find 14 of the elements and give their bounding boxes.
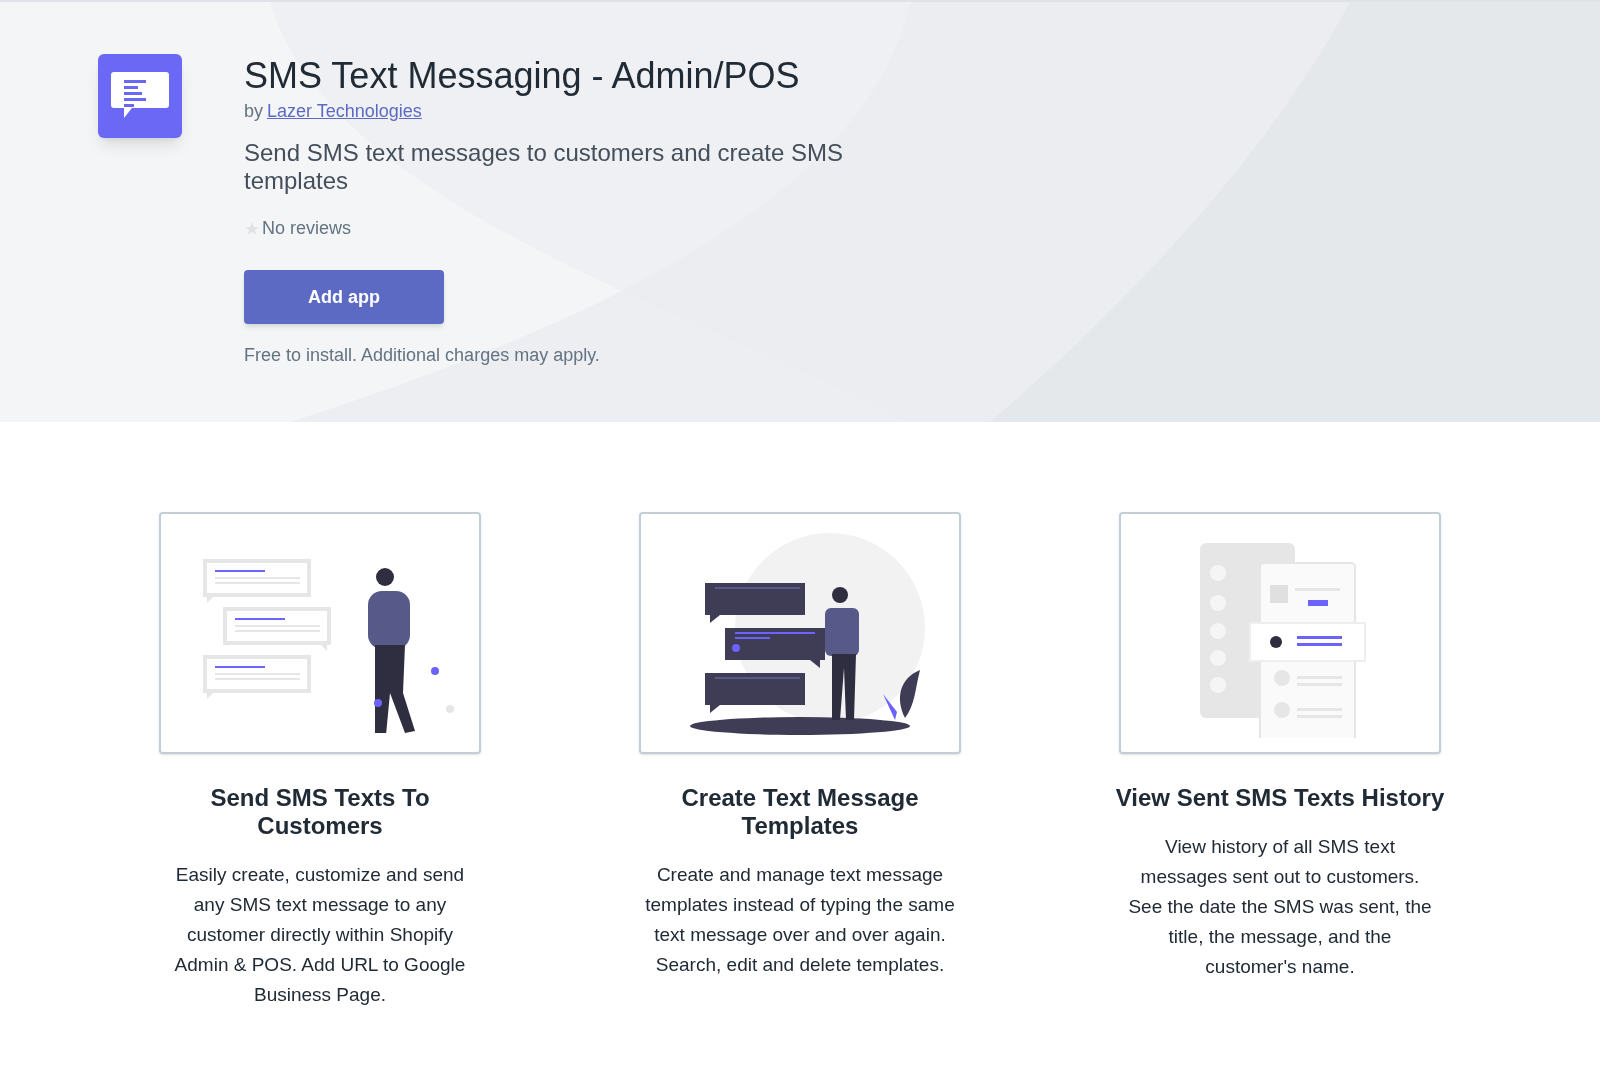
app-tagline: Send SMS text messages to customers and create SMS templates <box>244 139 844 195</box>
feature-description: Easily create, customize and send any SMS text message to any customer directly within Shopify Admin & POS. Add URL to Google Business Page. <box>173 863 467 1007</box>
pricing-note: Free to install. Additional charges may apply. <box>244 344 601 367</box>
app-title: SMS Text Messaging - Admin/POS <box>244 54 801 98</box>
add-app-button[interactable]: Add app <box>244 270 444 324</box>
feature-description: View history of all SMS text messages sent out to customers. See the date the SMS was sent, the title, the message, and the customer's name. <box>1127 835 1433 979</box>
byline-label: by <box>244 100 263 123</box>
reviews-label: No reviews <box>262 217 352 240</box>
developer-link[interactable]: Lazer Technologies <box>267 98 422 125</box>
feature-title: View Sent SMS Texts History <box>1114 784 1446 812</box>
feature-title: Send SMS Texts To Customers <box>209 784 431 840</box>
feature-title: Create Text Message Templates <box>680 784 920 840</box>
feature-description: Create and manage text message templates instead of typing the same text message over and over again. Search, edit and delete templates. <box>644 863 956 977</box>
app-logo-icon <box>98 54 182 138</box>
